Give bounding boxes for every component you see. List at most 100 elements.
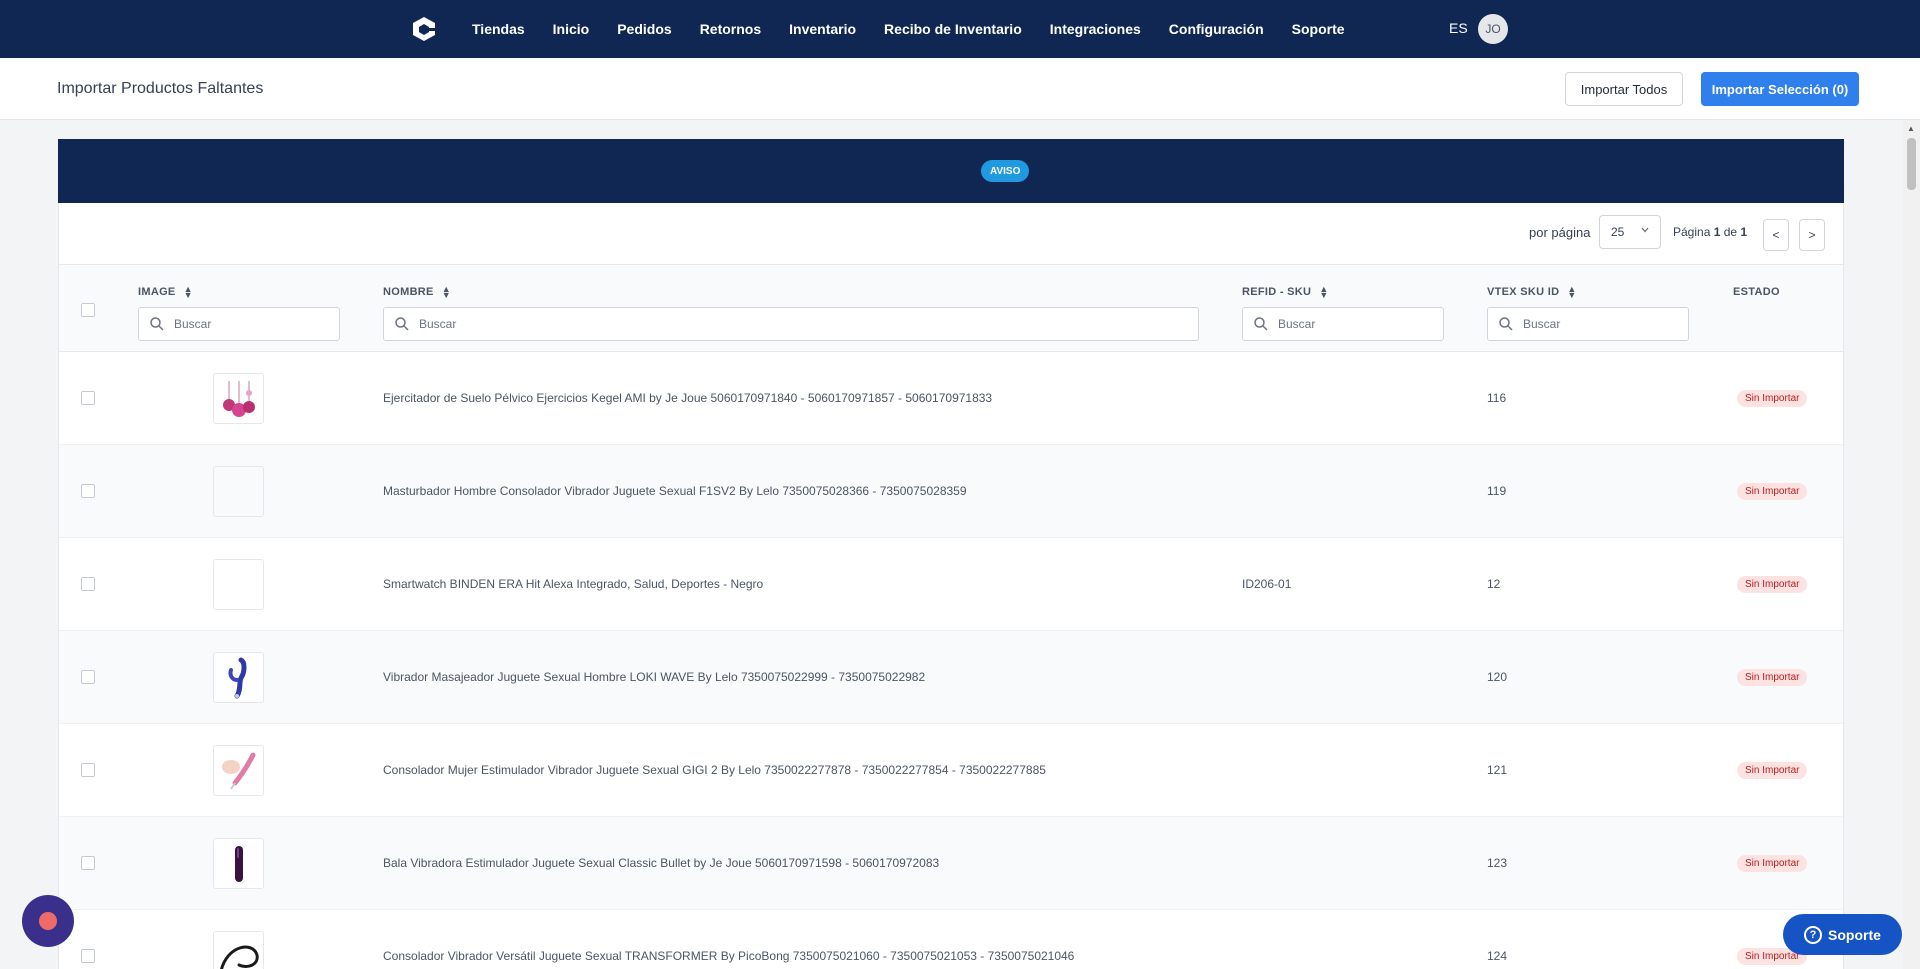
brand-logo-icon[interactable] [412,16,436,42]
table-row[interactable]: Masturbador Hombre Consolador Vibrador J… [59,445,1843,538]
product-vtex-id: 12 [1487,577,1501,591]
page-info: Página 1 de 1 [1673,225,1747,239]
nav-link-tiendas[interactable]: Tiendas [472,21,525,37]
search-icon [150,317,164,331]
nav-link-pedidos[interactable]: Pedidos [617,21,671,37]
row-checkbox[interactable] [81,856,95,870]
nombre-search [383,307,1199,341]
per-page-label: por página [1529,225,1591,240]
product-name: Bala Vibradora Estimulador Juguete Sexua… [383,856,940,870]
nav-links: Tiendas Inicio Pedidos Retornos Inventar… [472,0,1373,58]
column-header-estado: ESTADO [1733,286,1780,298]
row-checkbox[interactable] [81,484,95,498]
scroll-thumb[interactable] [1907,138,1916,190]
column-label-nombre: NOMBRE [383,286,434,298]
chat-widget-button[interactable] [22,895,74,947]
image-search-input[interactable] [174,317,326,331]
row-checkbox[interactable] [81,391,95,405]
product-vtex-id: 123 [1487,856,1508,870]
product-thumbnail [213,559,264,610]
table-row[interactable]: Consolador Mujer Estimulador Vibrador Ju… [59,724,1843,817]
page-header: Importar Productos Faltantes Importar To… [0,58,1920,120]
nav-link-retornos[interactable]: Retornos [700,21,761,37]
pink-vibrator-image [221,752,255,790]
black-transformer-image [219,945,259,969]
nav-link-inicio[interactable]: Inicio [553,21,590,37]
page-scrollbar[interactable]: ▲ [1903,120,1920,969]
import-all-button[interactable]: Importar Todos [1565,72,1683,106]
product-name: Masturbador Hombre Consolador Vibrador J… [383,484,967,498]
products-table-panel: por página 25 Página 1 de 1 < > IMAGE ▲ ▼ … [58,203,1844,969]
next-page-button[interactable]: > [1799,219,1825,251]
product-vtex-id: 120 [1487,670,1508,684]
per-page-select[interactable]: 25 [1599,215,1661,249]
purple-bullet-image [234,845,243,882]
nav-link-inventario[interactable]: Inventario [789,21,856,37]
product-thumbnail [213,745,264,796]
product-thumbnail [213,838,264,889]
table-row[interactable]: Ejercitador de Suelo Pélvico Ejercicios … [59,352,1843,445]
scroll-up-arrow-icon[interactable]: ▲ [1907,124,1915,133]
product-thumbnail [213,466,264,517]
row-checkbox[interactable] [81,577,95,591]
sort-icon[interactable]: ▲ ▼ [1567,285,1576,300]
nav-link-integraciones[interactable]: Integraciones [1050,21,1141,37]
product-name: Ejercitador de Suelo Pélvico Ejercicios … [383,391,993,405]
row-checkbox[interactable] [81,949,95,963]
chevron-down-icon [1641,227,1649,233]
search-icon [395,317,409,331]
status-badge: Sin Importar [1737,669,1808,686]
column-header-refid[interactable]: REFID - SKU ▲ ▼ [1242,285,1329,300]
column-header-nombre[interactable]: NOMBRE ▲ ▼ [383,285,451,300]
refid-search-input[interactable] [1278,317,1430,331]
status-badge: Sin Importar [1737,390,1808,407]
blue-massager-image [228,657,246,698]
aviso-badge: AVISO [981,160,1030,182]
support-label: Soporte [1828,926,1881,943]
top-navbar: Tiendas Inicio Pedidos Retornos Inventar… [0,0,1920,58]
sort-icon[interactable]: ▲ ▼ [442,285,451,300]
nombre-search-input[interactable] [419,317,1063,331]
table-row[interactable]: Bala Vibradora Estimulador Juguete Sexua… [59,817,1843,910]
vtex-search-input[interactable] [1523,317,1675,331]
page-word: Página [1673,225,1711,239]
page-title: Importar Productos Faltantes [57,80,264,97]
image-search [138,307,340,341]
column-header-image[interactable]: IMAGE ▲ ▼ [138,285,193,300]
column-label-refid: REFID - SKU [1242,286,1312,298]
nav-link-configuracion[interactable]: Configuración [1169,21,1264,37]
product-thumbnail [213,652,264,703]
of-word: de [1723,225,1738,239]
product-thumbnail [213,373,264,424]
search-icon [1254,317,1268,331]
total-pages: 1 [1740,225,1748,239]
row-checkbox[interactable] [81,670,95,684]
help-icon: ? [1804,925,1823,944]
column-header-vtex[interactable]: VTEX SKU ID ▲ ▼ [1487,285,1577,300]
table-row[interactable]: Smartwatch BINDEN ERA Hit Alexa Integrad… [59,538,1843,631]
product-name: Vibrador Masajeador Juguete Sexual Hombr… [383,670,926,684]
product-thumbnail [213,931,264,969]
import-selection-button[interactable]: Importar Selección (0) [1701,72,1859,106]
column-label-vtex: VTEX SKU ID [1487,286,1560,298]
search-icon [1499,317,1513,331]
table-row[interactable]: Consolador Vibrador Versátil Juguete Sex… [59,910,1843,969]
nav-link-soporte[interactable]: Soporte [1292,21,1345,37]
notice-banner: AVISO [58,139,1844,203]
user-avatar[interactable]: JO [1478,14,1508,44]
column-label-image: IMAGE [138,286,176,298]
prev-page-button[interactable]: < [1763,219,1789,251]
language-selector[interactable]: ES [1449,20,1468,36]
support-floating-button[interactable]: ? Soporte [1783,914,1902,955]
record-dot-icon [39,912,57,930]
nav-link-recibo-inventario[interactable]: Recibo de Inventario [884,21,1022,37]
sort-icon[interactable]: ▲ ▼ [1319,285,1328,300]
table-row[interactable]: Vibrador Masajeador Juguete Sexual Hombr… [59,631,1843,724]
row-checkbox[interactable] [81,763,95,777]
current-page: 1 [1713,225,1721,239]
sort-icon[interactable]: ▲ ▼ [184,285,193,300]
select-all-checkbox[interactable] [81,303,95,317]
product-name: Consolador Mujer Estimulador Vibrador Ju… [383,763,1046,777]
status-badge: Sin Importar [1737,483,1808,500]
product-vtex-id: 119 [1487,484,1507,498]
